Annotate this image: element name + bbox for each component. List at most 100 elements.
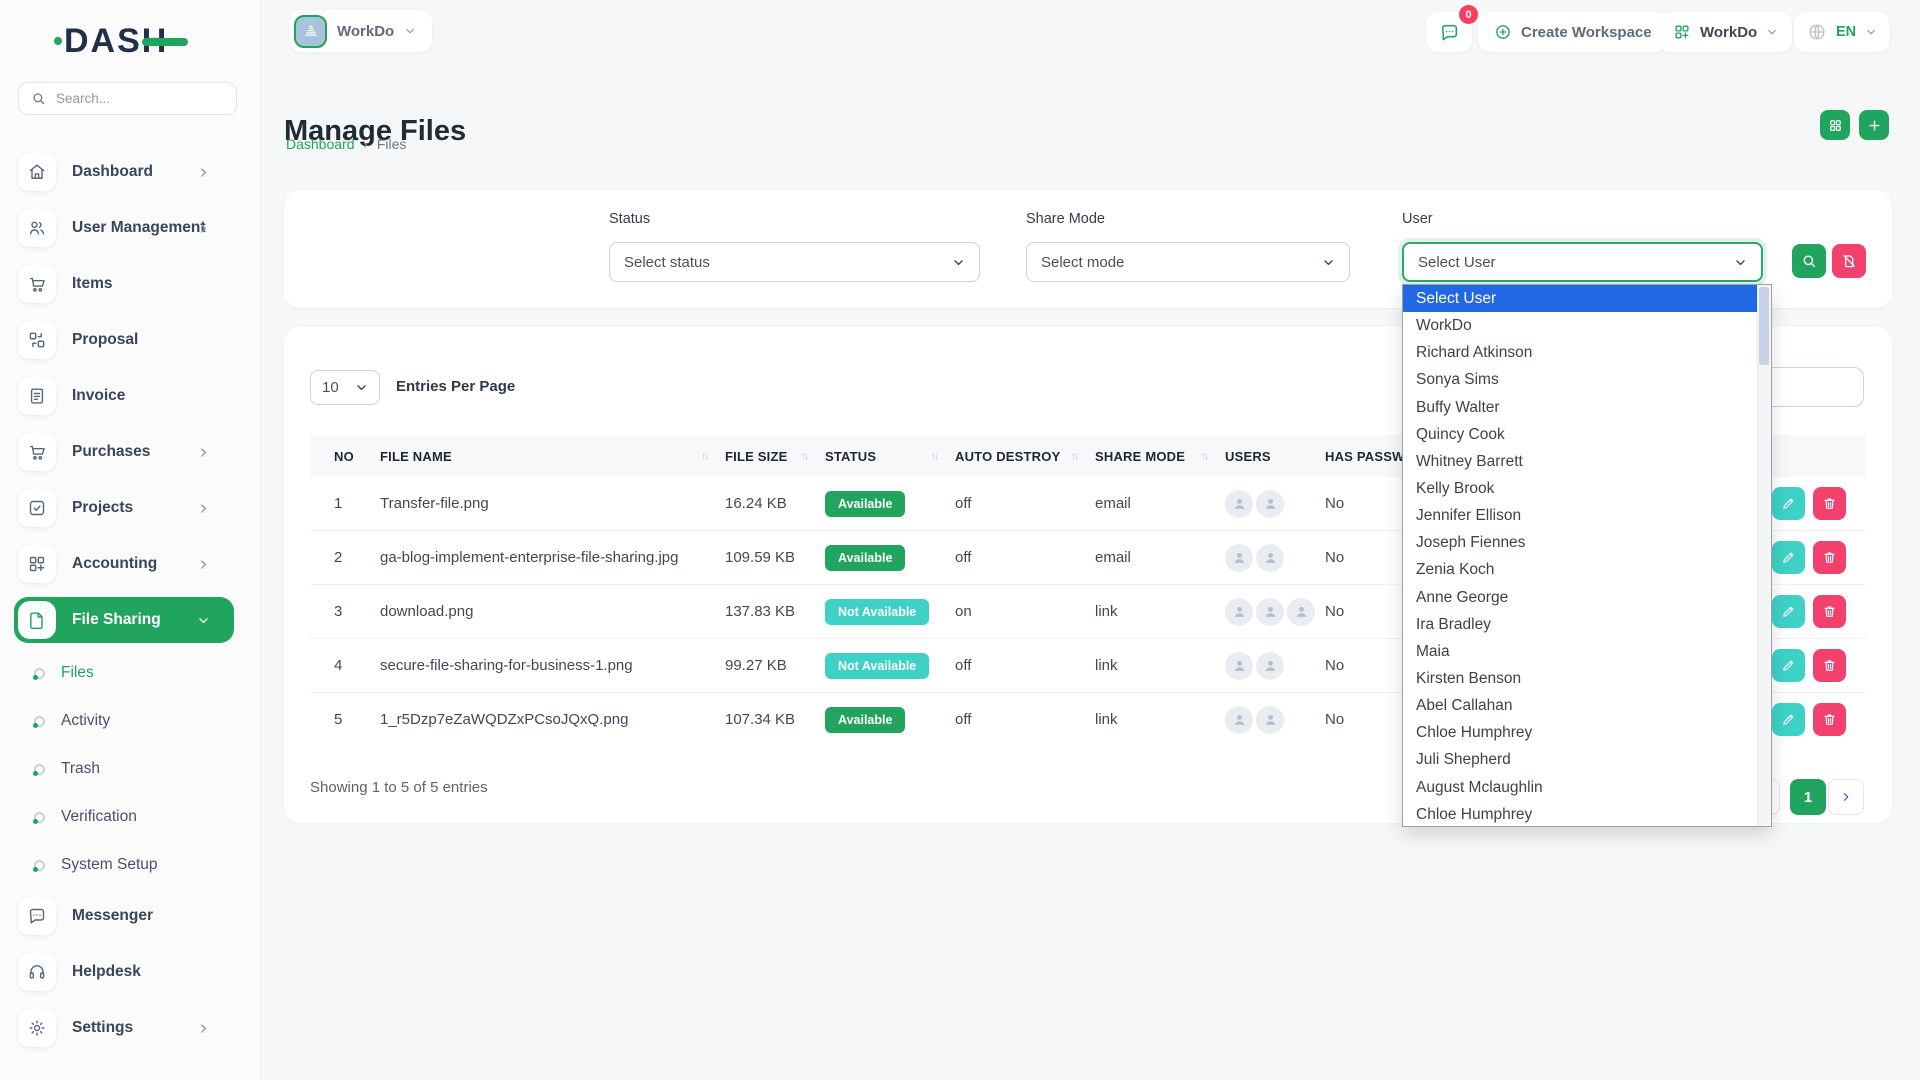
- workspace-name: WorkDo: [337, 23, 394, 40]
- delete-file-button[interactable]: [1813, 703, 1846, 736]
- user-avatar: [1225, 598, 1253, 626]
- delete-file-button[interactable]: [1813, 487, 1846, 520]
- sidebar-search-input[interactable]: [54, 90, 224, 107]
- cart-icon: [18, 433, 56, 471]
- check-square-icon: [18, 489, 56, 527]
- home-icon: [18, 153, 56, 191]
- dropdown-scrollbar-thumb[interactable]: [1759, 287, 1769, 365]
- workspace-avatar: [294, 15, 327, 48]
- user-select-dropdown: Select UserWorkDoRichard AtkinsonSonya S…: [1402, 284, 1772, 827]
- user-option-select-user[interactable]: Select User: [1403, 285, 1758, 312]
- chevron-down-icon: [952, 256, 965, 269]
- cell-no: 4: [310, 657, 380, 674]
- share-mode-select[interactable]: Select mode: [1026, 242, 1350, 282]
- cell-users: [1225, 706, 1325, 734]
- bullet-icon: [34, 716, 45, 727]
- edit-file-button[interactable]: [1772, 649, 1805, 682]
- sidebar-item-label: User Management: [72, 219, 206, 237]
- status-badge: Available: [825, 491, 905, 517]
- edit-file-button[interactable]: [1772, 703, 1805, 736]
- user-option-august-mclaughlin[interactable]: August Mclaughlin: [1403, 774, 1758, 801]
- sidebar-item-helpdesk[interactable]: Helpdesk: [14, 949, 234, 995]
- sidebar-subitem-activity[interactable]: Activity: [34, 701, 260, 741]
- user-option-chloe-humphrey[interactable]: Chloe Humphrey: [1403, 801, 1758, 826]
- column-header-status[interactable]: STATUS↑↓: [825, 449, 955, 464]
- user-option-jennifer-ellison[interactable]: Jennifer Ellison: [1403, 502, 1758, 529]
- user-option-buffy-walter[interactable]: Buffy Walter: [1403, 394, 1758, 421]
- sidebar-subitem-trash[interactable]: Trash: [34, 749, 260, 789]
- sidebar-subitem-verification[interactable]: Verification: [34, 797, 260, 837]
- user-option-anne-george[interactable]: Anne George: [1403, 584, 1758, 611]
- sidebar-item-settings[interactable]: Settings: [14, 1005, 234, 1051]
- column-header-share-mode[interactable]: SHARE MODE↑↓: [1095, 449, 1225, 464]
- user-option-kelly-brook[interactable]: Kelly Brook: [1403, 475, 1758, 502]
- sidebar-subitem-system-setup[interactable]: System Setup: [34, 845, 260, 885]
- sidebar-subitem-files[interactable]: Files: [34, 653, 260, 693]
- user-option-maia[interactable]: Maia: [1403, 638, 1758, 665]
- workspace-pill[interactable]: WorkDo: [289, 10, 432, 52]
- user-option-chloe-humphrey[interactable]: Chloe Humphrey: [1403, 719, 1758, 746]
- create-workspace-button[interactable]: Create Workspace: [1478, 12, 1668, 52]
- user-select[interactable]: Select User: [1402, 242, 1763, 282]
- delete-file-button[interactable]: [1813, 649, 1846, 682]
- cell-file-name: Transfer-file.png: [380, 495, 725, 512]
- language-switcher[interactable]: EN: [1794, 12, 1890, 52]
- cell-share-mode: link: [1095, 657, 1225, 674]
- plus-circle-icon: [1494, 23, 1512, 41]
- sidebar-item-user-management[interactable]: User Management: [14, 205, 234, 251]
- user-option-sonya-sims[interactable]: Sonya Sims: [1403, 366, 1758, 393]
- cell-auto-destroy: off: [955, 657, 1095, 674]
- sidebar-item-file-sharing[interactable]: File Sharing: [14, 597, 234, 643]
- column-header-auto-destroy[interactable]: AUTO DESTROY↑↓: [955, 449, 1095, 464]
- column-header-file-size[interactable]: FILE SIZE↑↓: [725, 449, 825, 464]
- edit-file-button[interactable]: [1772, 487, 1805, 520]
- user-select-option-list: Select UserWorkDoRichard AtkinsonSonya S…: [1403, 285, 1758, 826]
- user-option-joseph-fiennes[interactable]: Joseph Fiennes: [1403, 529, 1758, 556]
- dropdown-scrollbar[interactable]: [1757, 285, 1771, 826]
- sidebar-item-messenger[interactable]: Messenger: [14, 893, 234, 939]
- grid-plus-icon: [18, 545, 56, 583]
- entries-per-page-select[interactable]: 10: [310, 370, 380, 405]
- user-option-quincy-cook[interactable]: Quincy Cook: [1403, 421, 1758, 448]
- status-badge: Available: [825, 545, 905, 571]
- edit-file-button[interactable]: [1772, 595, 1805, 628]
- user-option-richard-atkinson[interactable]: Richard Atkinson: [1403, 339, 1758, 366]
- sidebar-item-proposal[interactable]: Proposal: [14, 317, 234, 363]
- column-header-file-name[interactable]: FILE NAME↑↓: [380, 449, 725, 464]
- delete-file-button[interactable]: [1813, 595, 1846, 628]
- sidebar-item-projects[interactable]: Projects: [14, 485, 234, 531]
- user-option-juli-shepherd[interactable]: Juli Shepherd: [1403, 746, 1758, 773]
- user-avatar: [1256, 490, 1284, 518]
- edit-file-button[interactable]: [1772, 541, 1805, 574]
- add-file-button[interactable]: [1859, 110, 1889, 140]
- breadcrumb-dashboard-link[interactable]: Dashboard: [286, 136, 355, 152]
- apply-filter-button[interactable]: [1792, 244, 1826, 278]
- workspace-switcher[interactable]: WorkDo: [1659, 12, 1792, 52]
- cell-file-size: 99.27 KB: [725, 657, 825, 674]
- sidebar-item-accounting[interactable]: Accounting: [14, 541, 234, 587]
- sidebar-search[interactable]: [18, 82, 237, 115]
- pagination-page-1-button[interactable]: 1: [1790, 779, 1826, 815]
- user-option-zenia-koch[interactable]: Zenia Koch: [1403, 556, 1758, 583]
- status-select[interactable]: Select status: [609, 242, 980, 282]
- grid-view-button[interactable]: [1820, 110, 1850, 140]
- sidebar-item-dashboard[interactable]: Dashboard: [14, 149, 234, 195]
- user-option-whitney-barrett[interactable]: Whitney Barrett: [1403, 448, 1758, 475]
- reset-filter-button[interactable]: [1832, 244, 1866, 278]
- sidebar-item-items[interactable]: Items: [14, 261, 234, 307]
- bullet-icon: [34, 860, 45, 871]
- chevron-right-icon: [197, 558, 210, 571]
- sort-icon: ↑↓: [1201, 451, 1209, 462]
- user-option-abel-callahan[interactable]: Abel Callahan: [1403, 692, 1758, 719]
- messenger-button[interactable]: 0: [1426, 12, 1472, 52]
- search-icon: [1801, 253, 1817, 269]
- user-option-workdo[interactable]: WorkDo: [1403, 312, 1758, 339]
- sidebar-item-purchases[interactable]: Purchases: [14, 429, 234, 475]
- pagination-next-button[interactable]: [1828, 779, 1864, 815]
- sidebar-item-invoice[interactable]: Invoice: [14, 373, 234, 419]
- user-option-kirsten-benson[interactable]: Kirsten Benson: [1403, 665, 1758, 692]
- user-option-ira-bradley[interactable]: Ira Bradley: [1403, 611, 1758, 638]
- dash-logo[interactable]: DASH: [64, 22, 168, 61]
- sidebar-subitem-label: System Setup: [61, 856, 158, 874]
- delete-file-button[interactable]: [1813, 541, 1846, 574]
